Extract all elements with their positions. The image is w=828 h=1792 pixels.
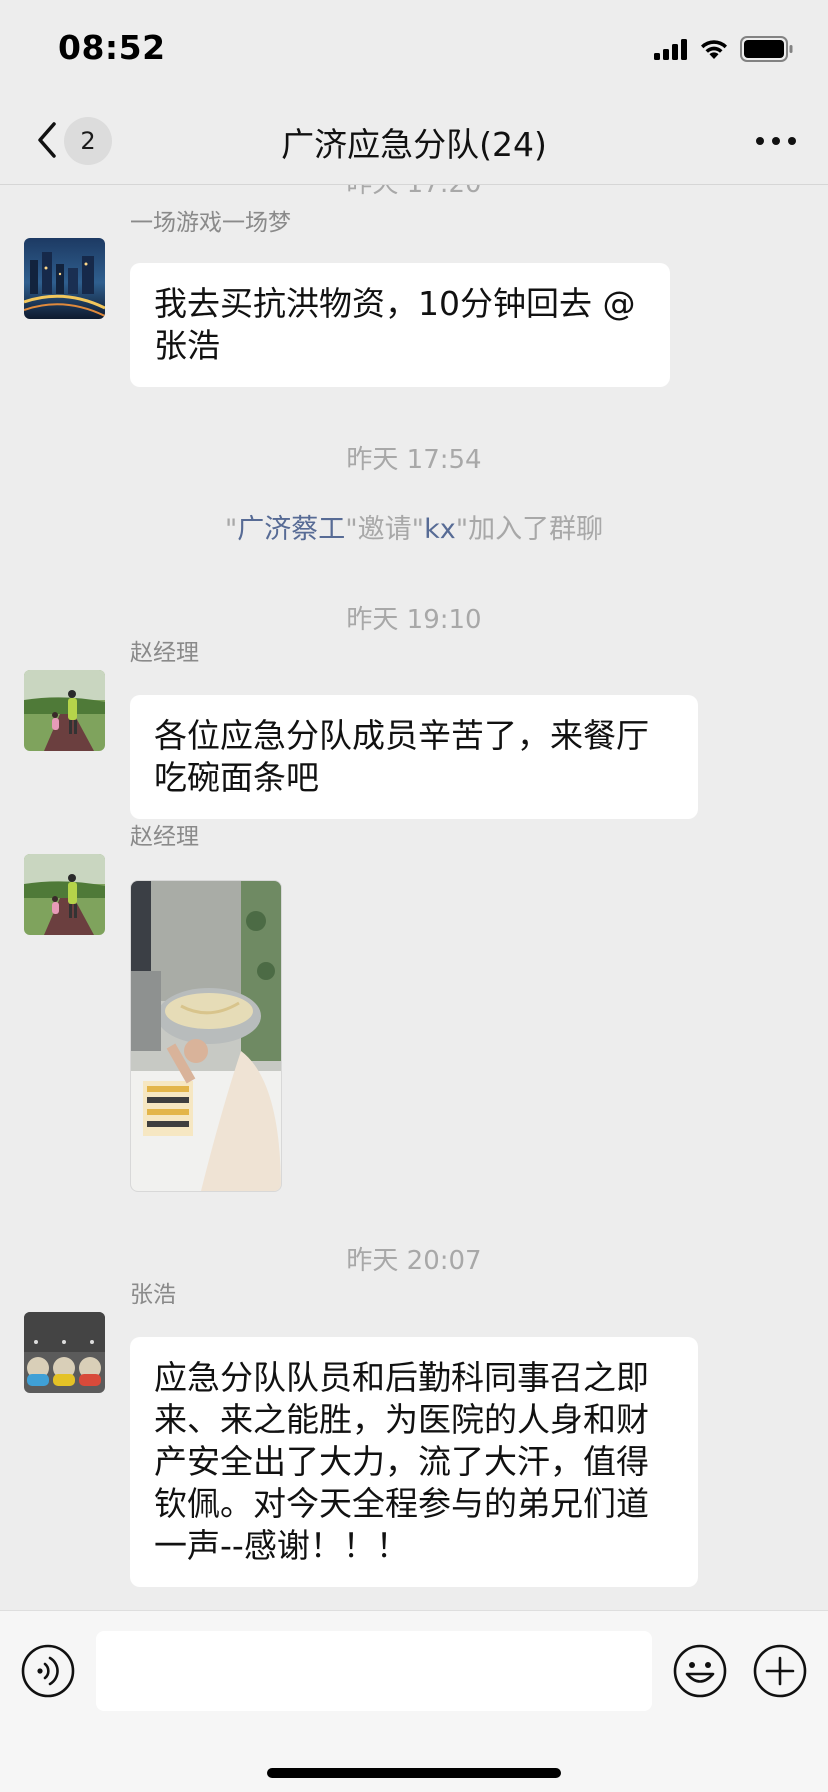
status-bar: 08:52 (0, 0, 828, 96)
message-input[interactable] (96, 1631, 652, 1711)
message-bubble[interactable]: 应急分队队员和后勤科同事召之即 来、来之能胜，为医院的人身和财 产安全出了大力，… (130, 1337, 698, 1587)
input-bar (0, 1610, 828, 1792)
system-text: "加入了群聊 (455, 514, 604, 545)
sender-name: 一场游戏一场梦 (130, 210, 291, 236)
home-indicator[interactable] (267, 1768, 561, 1778)
timestamp: 昨天 19:10 (346, 605, 482, 635)
system-text: " (224, 514, 238, 545)
message-text-line: 产安全出了大力，流了大汗，值得 (154, 1442, 649, 1481)
message-text-line: 钦佩。对今天全程参与的弟兄们道 (154, 1484, 649, 1523)
more-dots-icon[interactable] (754, 126, 798, 156)
plus-icon[interactable] (752, 1643, 808, 1699)
avatar[interactable] (24, 238, 105, 319)
page-title: 广济应急分队(24) (281, 125, 547, 164)
timestamp: 昨天 17:54 (346, 445, 482, 475)
wifi-icon (701, 40, 727, 59)
timestamp: 昨天 17:20 (0, 185, 828, 200)
battery-icon (740, 36, 793, 62)
sender-name: 张浩 (130, 1282, 176, 1308)
message-text-line: 来、来之能胜，为医院的人身和财 (154, 1400, 649, 1439)
timestamp: 昨天 20:07 (346, 1246, 482, 1276)
chevron-left-icon[interactable] (28, 116, 68, 164)
member-name-link[interactable]: kx (424, 514, 456, 545)
avatar[interactable] (24, 670, 105, 751)
message-bubble[interactable]: 我去买抗洪物资，10分钟回去 @ 张浩 (130, 263, 670, 387)
voice-icon[interactable] (20, 1643, 76, 1699)
message-text-line: 张浩 (154, 326, 220, 365)
system-text: "邀请" (345, 514, 425, 545)
nav-bar: 2 广济应急分队(24) (0, 96, 828, 185)
message-text-line: 应急分队队员和后勤科同事召之即 (154, 1358, 649, 1397)
avatar[interactable] (24, 1312, 105, 1393)
message-text-line: 各位应急分队成员辛苦了，来餐厅 (154, 716, 649, 755)
signal-icon (654, 39, 687, 60)
chat-message-list[interactable]: 昨天 17:20 (0, 185, 828, 1610)
chat-screen: 08:52 2 广济应急分队(24) 一场游戏一场梦 我去买抗洪物资，10分钟回… (0, 0, 828, 1792)
message-text-line: 一声--感谢！！！ (154, 1526, 409, 1565)
message-bubble[interactable]: 各位应急分队成员辛苦了，来餐厅 吃碗面条吧 (130, 695, 698, 819)
status-icons (654, 36, 794, 62)
message-image[interactable] (130, 880, 282, 1192)
system-message: "广济蔡工"邀请"kx"加入了群聊 (0, 507, 828, 546)
sender-name: 赵经理 (130, 640, 199, 666)
sender-name: 赵经理 (130, 824, 199, 850)
message-text-line: 我去买抗洪物资，10分钟回去 @ (154, 284, 636, 323)
member-name-link[interactable]: 广济蔡工 (237, 514, 345, 545)
unread-count-badge[interactable]: 2 (64, 117, 112, 165)
status-time: 08:52 (58, 28, 166, 67)
emoji-icon[interactable] (672, 1643, 728, 1699)
avatar[interactable] (24, 854, 105, 935)
message-text-line: 吃碗面条吧 (154, 758, 319, 797)
